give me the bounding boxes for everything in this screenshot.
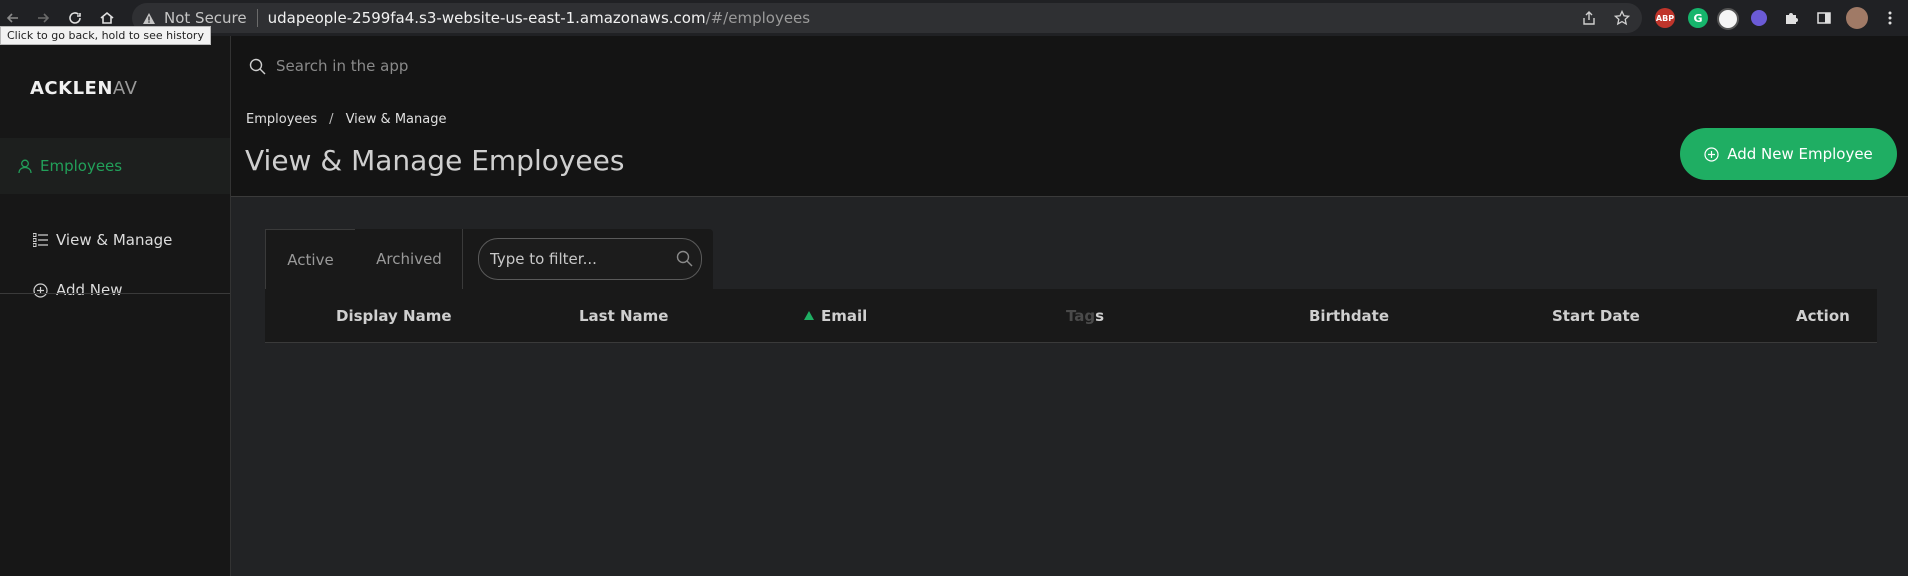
url-host: udapeople-2599fa4.s3-website-us-east-1.a…: [267, 9, 706, 27]
list-icon: [33, 233, 48, 247]
column-header-email[interactable]: Email: [804, 289, 867, 342]
app-search: [249, 56, 678, 76]
address-bar[interactable]: Not Secure udapeople-2599fa4.s3-website-…: [132, 3, 1642, 33]
tab-archived[interactable]: Archived: [357, 229, 461, 289]
warning-icon: [142, 12, 156, 25]
bookmark-star-icon[interactable]: [1614, 3, 1630, 33]
sidebar-divider: [0, 293, 230, 294]
breadcrumb-view-manage: View & Manage: [345, 112, 447, 127]
filter-input[interactable]: [488, 249, 662, 269]
add-new-employee-button[interactable]: Add New Employee: [1680, 128, 1897, 180]
browser-toolbar: Not Secure udapeople-2599fa4.s3-website-…: [0, 0, 1908, 36]
url-path: /#/employees: [705, 9, 811, 27]
back-icon[interactable]: [4, 9, 22, 27]
column-header-display-name[interactable]: Display Name: [336, 289, 452, 342]
plus-circle-icon: [33, 282, 48, 298]
forward-icon[interactable]: [34, 9, 52, 27]
extension-icon[interactable]: [1751, 10, 1767, 26]
search-icon[interactable]: [676, 250, 693, 271]
breadcrumb: Employees / View & Manage: [246, 112, 446, 127]
page-title: View & Manage Employees: [245, 144, 625, 177]
column-header-action: Action: [1796, 306, 1850, 325]
sort-ascending-icon: [804, 311, 814, 320]
search-icon: [249, 58, 266, 75]
sidebar-item-add-new[interactable]: Add New: [0, 270, 230, 310]
tab-active[interactable]: Active: [265, 229, 355, 291]
column-header-birthdate[interactable]: Birthdate: [1309, 289, 1389, 342]
extension-icon[interactable]: [1717, 8, 1739, 30]
table-toolbar: Active Archived: [265, 229, 713, 291]
sidebar-item-label: View & Manage: [56, 231, 173, 249]
sidebar-item-view-manage[interactable]: View & Manage: [0, 220, 230, 260]
share-icon[interactable]: [1582, 3, 1596, 33]
column-label: Email: [821, 306, 868, 325]
column-header-tags[interactable]: Tag s: [1066, 289, 1104, 342]
more-menu-icon[interactable]: [1880, 8, 1900, 28]
table-header: Display Name Last Name Email Tag s Birthd…: [265, 289, 1877, 343]
tab-divider: [462, 229, 463, 289]
url-separator: [256, 9, 258, 27]
adblock-extension-icon[interactable]: ABP: [1655, 8, 1675, 28]
breadcrumb-employees[interactable]: Employees: [246, 112, 317, 127]
breadcrumb-separator: /: [329, 112, 334, 127]
security-label: Not Secure: [164, 9, 247, 27]
column-label-bright: s: [1095, 306, 1105, 325]
home-icon[interactable]: [98, 9, 116, 27]
sidebar-section-employees[interactable]: Employees: [0, 138, 230, 194]
profile-avatar[interactable]: [1846, 7, 1868, 29]
column-label-dim: Tag: [1066, 306, 1096, 325]
grammarly-extension-icon[interactable]: G: [1688, 8, 1708, 28]
header: Employees / View & Manage View & Manage Em…: [231, 36, 1908, 197]
reload-icon[interactable]: [66, 9, 84, 27]
column-header-start-date[interactable]: Start Date: [1552, 289, 1640, 342]
sidebar: ACKLENAV Employees View & Manage Add New: [0, 36, 231, 576]
sidebar-section-label: Employees: [40, 157, 123, 175]
search-input[interactable]: [274, 56, 678, 76]
filter-box: [478, 238, 702, 280]
puzzle-icon[interactable]: [1781, 8, 1801, 28]
logo: ACKLENAV: [30, 78, 138, 99]
user-icon: [18, 159, 32, 174]
sidepanel-icon[interactable]: [1814, 8, 1834, 28]
sidebar-item-label: Add New: [56, 281, 123, 299]
add-button-label: Add New Employee: [1727, 145, 1873, 163]
back-tooltip: Click to go back, hold to see history: [0, 26, 211, 45]
column-header-last-name[interactable]: Last Name: [579, 289, 668, 342]
plus-circle-icon: [1704, 146, 1719, 162]
